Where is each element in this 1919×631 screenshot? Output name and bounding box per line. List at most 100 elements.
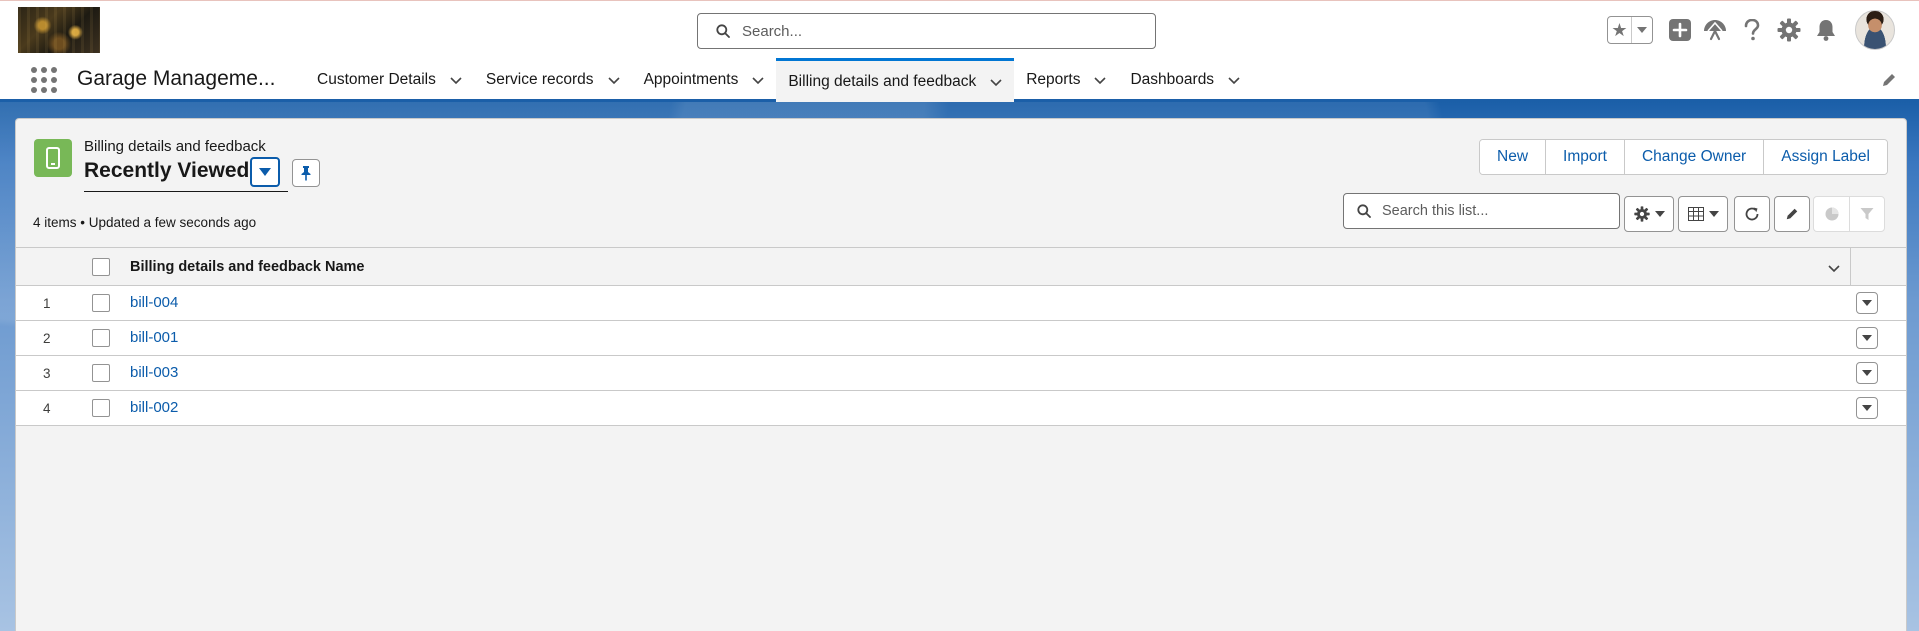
new-button[interactable]: New bbox=[1480, 140, 1546, 174]
row-actions-button[interactable] bbox=[1856, 327, 1878, 349]
column-actions-chevron-icon[interactable] bbox=[1827, 261, 1841, 275]
tab-reports[interactable]: Reports bbox=[1014, 58, 1118, 102]
list-view-picker-button[interactable] bbox=[250, 157, 280, 187]
trailhead-icon[interactable] bbox=[1702, 17, 1728, 43]
search-icon bbox=[716, 24, 730, 38]
list-view-title-underline bbox=[84, 191, 288, 192]
column-header-name[interactable]: Billing details and feedback Name bbox=[130, 259, 365, 275]
table-header-row: Billing details and feedback Name bbox=[16, 247, 1906, 286]
tab-customer-details[interactable]: Customer Details bbox=[305, 58, 474, 102]
record-link[interactable]: bill-003 bbox=[130, 364, 178, 381]
record-link[interactable]: bill-002 bbox=[130, 399, 178, 416]
record-link[interactable]: bill-004 bbox=[130, 294, 178, 311]
app-nav-bar: Garage Manageme... Customer Details Serv… bbox=[0, 58, 1919, 105]
gear-icon bbox=[1633, 206, 1650, 222]
chevron-down-icon bbox=[1862, 370, 1872, 376]
tab-label: Service records bbox=[485, 71, 594, 88]
setup-gear-icon[interactable] bbox=[1776, 17, 1802, 43]
list-view-card: Billing details and feedback Recently Vi… bbox=[15, 118, 1907, 631]
favorites-star-icon[interactable]: ★ bbox=[1608, 17, 1632, 43]
billing-object-icon bbox=[34, 139, 72, 177]
tab-label: Appointments bbox=[643, 71, 739, 88]
tab-label: Dashboards bbox=[1130, 71, 1215, 88]
global-actions-add-icon[interactable] bbox=[1667, 17, 1693, 43]
row-number: 1 bbox=[43, 296, 51, 311]
chevron-down-icon bbox=[1708, 211, 1719, 217]
refresh-icon bbox=[1745, 207, 1759, 221]
select-all-checkbox[interactable] bbox=[92, 258, 110, 276]
favorites-menu-chevron-icon[interactable] bbox=[1632, 26, 1652, 34]
inline-edit-button[interactable] bbox=[1774, 196, 1810, 232]
chevron-down-icon[interactable] bbox=[752, 74, 764, 86]
record-link[interactable]: bill-001 bbox=[130, 329, 178, 346]
list-actions-group: New Import Change Owner Assign Label bbox=[1479, 139, 1888, 175]
global-search-input[interactable] bbox=[742, 22, 1122, 40]
help-icon[interactable] bbox=[1739, 17, 1765, 43]
chevron-down-icon[interactable] bbox=[450, 74, 462, 86]
app-launcher-icon[interactable] bbox=[31, 67, 57, 93]
list-settings-button[interactable] bbox=[1624, 196, 1674, 232]
edit-nav-pencil-icon[interactable] bbox=[1881, 72, 1897, 88]
row-actions-button[interactable] bbox=[1856, 362, 1878, 384]
global-header: ★ bbox=[0, 1, 1919, 58]
chevron-down-icon bbox=[1862, 405, 1872, 411]
tab-label: Reports bbox=[1026, 71, 1081, 88]
favorites-group: ★ bbox=[1607, 16, 1653, 44]
object-label: Billing details and feedback bbox=[84, 138, 266, 155]
list-search-box[interactable] bbox=[1343, 193, 1620, 229]
charts-button[interactable] bbox=[1813, 196, 1849, 232]
app-name: Garage Manageme... bbox=[77, 67, 276, 90]
global-search-box[interactable] bbox=[697, 13, 1156, 49]
tab-billing-details-and-feedback[interactable]: Billing details and feedback bbox=[776, 58, 1015, 105]
tab-label: Customer Details bbox=[317, 71, 436, 88]
records-table: Billing details and feedback Name 1 bill… bbox=[16, 247, 1906, 426]
table-icon bbox=[1687, 207, 1704, 221]
pin-list-button[interactable] bbox=[292, 159, 320, 187]
user-avatar[interactable] bbox=[1855, 10, 1895, 50]
tab-appointments[interactable]: Appointments bbox=[632, 58, 777, 102]
row-checkbox[interactable] bbox=[92, 399, 110, 417]
row-number: 4 bbox=[43, 401, 51, 416]
utility-icons: ★ bbox=[1607, 10, 1895, 50]
chevron-down-icon[interactable] bbox=[1094, 74, 1107, 86]
row-number: 3 bbox=[43, 366, 51, 381]
row-actions-button[interactable] bbox=[1856, 292, 1878, 314]
import-button[interactable]: Import bbox=[1545, 140, 1624, 174]
change-owner-button[interactable]: Change Owner bbox=[1623, 140, 1764, 174]
chevron-down-icon[interactable] bbox=[607, 74, 620, 86]
filter-icon bbox=[1860, 208, 1874, 220]
filter-button[interactable] bbox=[1849, 196, 1885, 232]
table-row: 3 bill-003 bbox=[16, 356, 1906, 391]
table-row: 2 bill-001 bbox=[16, 321, 1906, 356]
row-checkbox[interactable] bbox=[92, 294, 110, 312]
row-checkbox[interactable] bbox=[92, 329, 110, 347]
notifications-bell-icon[interactable] bbox=[1813, 17, 1839, 43]
refresh-button[interactable] bbox=[1734, 196, 1770, 232]
chevron-down-icon bbox=[1654, 211, 1665, 217]
assign-label-button[interactable]: Assign Label bbox=[1763, 140, 1887, 174]
chevron-down-icon bbox=[259, 168, 271, 176]
chevron-down-icon bbox=[1862, 335, 1872, 341]
list-search-input[interactable] bbox=[1382, 203, 1602, 219]
display-as-table-button[interactable] bbox=[1678, 196, 1728, 232]
row-number: 2 bbox=[43, 331, 51, 346]
list-view-title[interactable]: Recently Viewed bbox=[84, 159, 249, 183]
pin-icon bbox=[301, 166, 311, 181]
pie-chart-icon bbox=[1825, 207, 1838, 221]
tab-service-records[interactable]: Service records bbox=[474, 58, 632, 102]
pencil-icon bbox=[1786, 208, 1798, 220]
row-actions-button[interactable] bbox=[1856, 397, 1878, 419]
org-logo[interactable] bbox=[18, 7, 100, 53]
row-checkbox[interactable] bbox=[92, 364, 110, 382]
column-divider bbox=[1850, 248, 1851, 286]
chevron-down-icon bbox=[1862, 300, 1872, 306]
table-row: 4 bill-002 bbox=[16, 391, 1906, 426]
table-row: 1 bill-004 bbox=[16, 286, 1906, 321]
chevron-down-icon[interactable] bbox=[1228, 74, 1240, 86]
search-icon bbox=[1357, 204, 1371, 218]
chevron-down-icon[interactable] bbox=[990, 76, 1002, 88]
tab-dashboards[interactable]: Dashboards bbox=[1118, 58, 1252, 102]
list-meta-text: 4 items • Updated a few seconds ago bbox=[33, 215, 257, 230]
tab-label: Billing details and feedback bbox=[788, 72, 977, 90]
nav-tabs: Customer Details Service records Appoint… bbox=[305, 58, 1252, 105]
